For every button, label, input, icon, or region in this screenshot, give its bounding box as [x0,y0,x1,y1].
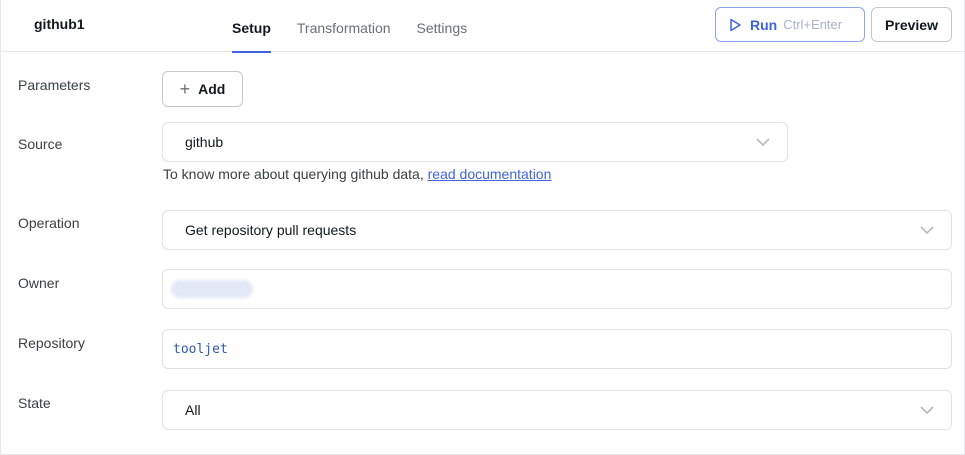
play-icon [730,18,741,31]
plus-icon: + [179,79,191,99]
source-help-text: To know more about querying github data,… [163,166,551,182]
state-label: State [18,395,51,411]
chevron-down-icon [920,226,934,235]
query-tabs: Setup Transformation Settings [219,0,481,53]
owner-label: Owner [18,275,60,291]
run-label: Run [750,16,778,33]
tab-transformation[interactable]: Transformation [284,0,404,52]
help-prefix: To know more about querying github data, [163,166,428,182]
add-label: Add [198,81,226,97]
repository-label: Repository [18,335,85,351]
source-value: github [185,134,224,150]
state-value: All [185,402,201,418]
operation-value: Get repository pull requests [185,222,357,238]
preview-button[interactable]: Preview [871,7,952,42]
read-documentation-link[interactable]: read documentation [428,166,552,182]
add-parameter-button[interactable]: + Add [162,71,243,107]
tab-settings[interactable]: Settings [404,0,481,52]
owner-input[interactable] [162,269,952,309]
query-name[interactable]: github1 [34,16,85,32]
operation-select[interactable]: Get repository pull requests [162,210,952,250]
source-label: Source [18,136,63,152]
query-header: github1 Setup Transformation Settings Ru… [1,0,964,53]
parameters-label: Parameters [18,77,91,93]
chevron-down-icon [920,406,934,415]
redacted-owner-value [171,280,253,298]
source-select[interactable]: github [162,122,788,162]
run-button[interactable]: Run Ctrl+Enter [715,7,865,42]
repository-input[interactable]: tooljet [162,329,952,369]
run-shortcut: Ctrl+Enter [783,17,843,32]
query-panel: github1 Setup Transformation Settings Ru… [0,0,965,455]
operation-label: Operation [18,215,80,231]
tab-setup[interactable]: Setup [219,0,284,53]
state-select[interactable]: All [162,390,952,430]
repository-value: tooljet [173,341,228,357]
chevron-down-icon [756,138,770,147]
